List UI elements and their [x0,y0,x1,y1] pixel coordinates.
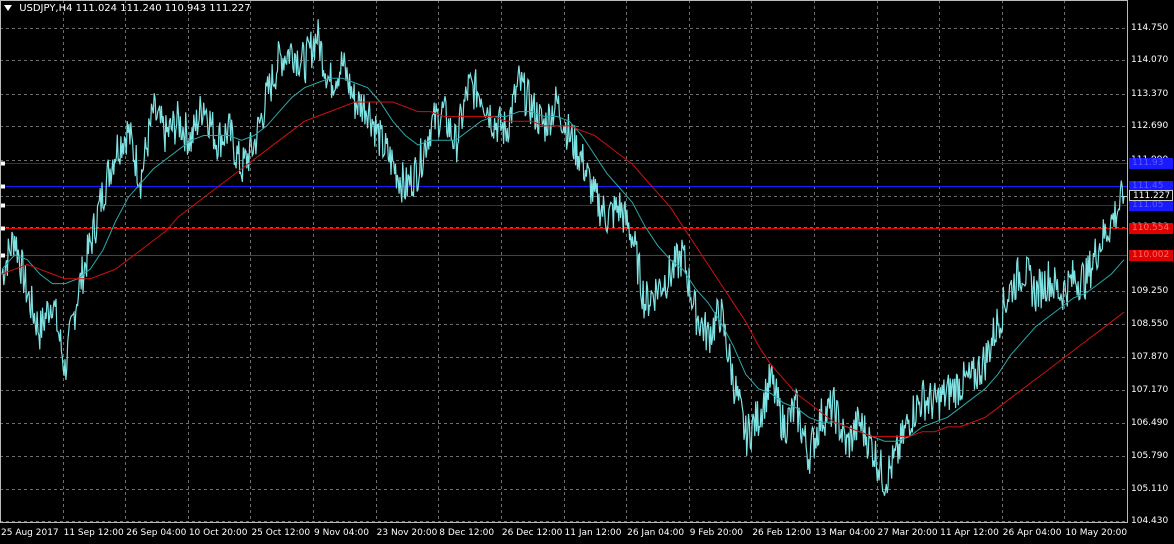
x-tick-label: 25 Aug 2017 [1,528,59,538]
y-tick-label: 114.750 [1131,23,1169,33]
level-label: 110.002 [1129,249,1173,261]
y-tick-label: 106.490 [1131,417,1169,428]
x-tick-label: 11 Jan 12:00 [564,528,622,538]
x-tick-label: 26 Feb 12:00 [752,528,812,538]
y-tick-label: 107.170 [1131,385,1169,396]
y-tick-label: 114.070 [1131,55,1169,66]
level-handle [1,253,5,258]
level-handle [1,203,5,208]
price-chart[interactable] [0,0,1174,544]
x-tick-label: 8 Dec 12:00 [439,528,495,538]
x-tick-label: 9 Feb 20:00 [689,528,744,538]
level-handle [1,161,5,166]
x-tick-label: 9 Nov 04:00 [314,528,369,538]
x-tick-label: 26 Apr 04:00 [1002,528,1062,538]
current-price-label: 111.227 [1129,190,1173,202]
y-tick-label: 113.370 [1131,88,1169,99]
chart-grid [0,0,1127,522]
level-label: 110.554 [1129,222,1173,234]
y-tick-label: 109.250 [1131,285,1169,296]
x-tick-label: 26 Jan 04:00 [627,528,685,538]
y-tick-label: 105.110 [1131,483,1169,494]
x-tick-label: 26 Dec 12:00 [501,528,563,538]
horizontal-levels [0,161,1127,258]
x-tick-label: 27 Mar 20:00 [877,528,938,538]
y-tick-label: 108.550 [1131,319,1169,330]
x-tick-label: 10 Oct 20:00 [188,528,248,538]
y-tick-label: 105.790 [1131,451,1169,462]
symbol-label: USDJPY,H4 [19,3,73,14]
y-tick-label: 104.430 [1131,516,1169,526]
series-line-candles [1,19,1125,496]
chart-title: USDJPY,H4 111.024 111.240 110.943 111.22… [4,3,251,14]
x-tick-label: 11 Apr 12:00 [940,528,999,538]
ohlc-values: 111.024 111.240 110.943 111.227 [75,3,251,14]
level-label: 111.93 [1129,157,1173,169]
x-tick-label: 25 Oct 12:00 [251,528,311,538]
x-tick-label: 11 Sep 12:00 [63,528,124,538]
chart-series [1,19,1125,496]
y-tick-label: 112.690 [1131,121,1169,132]
y-tick-label: 107.870 [1131,351,1169,362]
chevron-down-icon[interactable] [4,5,12,11]
x-tick-label: 26 Sep 04:00 [126,528,187,538]
x-tick-label: 10 May 20:00 [1065,528,1128,538]
x-tick-label: 23 Nov 20:00 [376,528,438,538]
level-handle [1,226,5,231]
level-handle [1,184,5,189]
x-tick-label: 13 Mar 04:00 [814,528,876,538]
